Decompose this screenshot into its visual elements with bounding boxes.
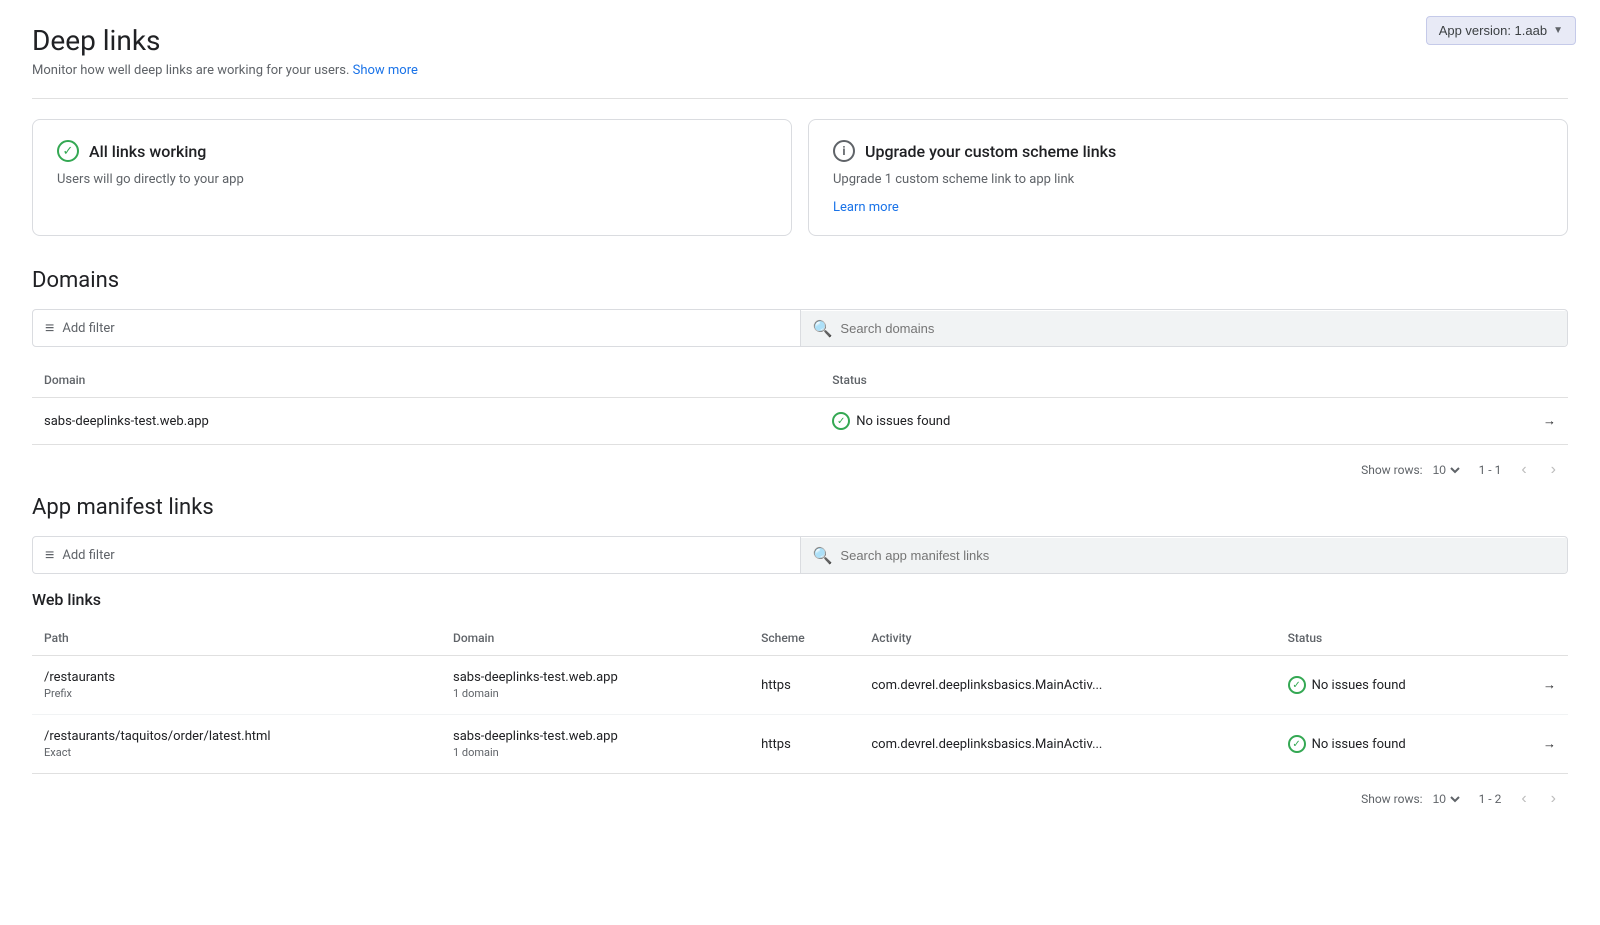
rows-per-page-select[interactable]: 10 25 50: [1429, 791, 1463, 807]
manifest-pagination: Show rows: 10 25 50 1 - 2 ‹ ›: [32, 773, 1568, 824]
status-text: No issues found: [856, 414, 950, 429]
next-page-button[interactable]: ›: [1547, 457, 1560, 483]
status-text: No issues found: [1312, 678, 1406, 693]
cards-row: ✓ All links working Users will go direct…: [32, 119, 1568, 236]
table-row: /restaurants/taquitos/order/latest.html …: [32, 715, 1568, 774]
header-divider: [32, 98, 1568, 99]
manifest-search-container: 🔍: [801, 538, 1568, 573]
version-label: App version: 1.aab: [1439, 23, 1547, 38]
col-domain: Domain: [441, 621, 749, 656]
row-arrow[interactable]: →: [1508, 656, 1568, 715]
page-title: Deep links: [32, 24, 1568, 57]
path-cell: /restaurants/taquitos/order/latest.html …: [32, 715, 441, 774]
page-range: 1 - 2: [1479, 792, 1502, 806]
status-cell: ✓ No issues found: [820, 398, 1413, 445]
check-icon: ✓: [57, 140, 79, 162]
subtitle: Monitor how well deep links are working …: [32, 63, 1568, 78]
rows-per-page-select[interactable]: 10 25 50: [1429, 462, 1463, 478]
manifest-filter-left[interactable]: ≡ Add filter: [33, 537, 801, 573]
domains-search-container: 🔍: [801, 311, 1568, 346]
card-description: Users will go directly to your app: [57, 172, 767, 187]
domain-cell: sabs-deeplinks-test.web.app 1 domain: [441, 715, 749, 774]
col-status: Status: [1276, 621, 1508, 656]
status-check-icon: ✓: [832, 412, 850, 430]
col-scheme: Scheme: [749, 621, 859, 656]
domain-cell: sabs-deeplinks-test.web.app 1 domain: [441, 656, 749, 715]
status-check-icon: ✓: [1288, 735, 1306, 753]
domains-table: Domain Status sabs-deeplinks-test.web.ap…: [32, 363, 1568, 444]
table-row: /restaurants Prefix sabs-deeplinks-test.…: [32, 656, 1568, 715]
status-check-icon: ✓: [1288, 676, 1306, 694]
card-header: ✓ All links working: [57, 140, 767, 162]
domains-search-input[interactable]: [840, 321, 1555, 336]
status-cell: ✓ No issues found: [1276, 715, 1508, 774]
status-text: No issues found: [1312, 737, 1406, 752]
col-path: Path: [32, 621, 441, 656]
web-links-table: Path Domain Scheme Activity Status /rest…: [32, 621, 1568, 773]
domains-title: Domains: [32, 268, 1568, 293]
domains-filter-placeholder: Add filter: [62, 321, 114, 336]
prev-page-button[interactable]: ‹: [1517, 457, 1530, 483]
activity-cell: com.devrel.deeplinksbasics.MainActiv...: [859, 715, 1275, 774]
path-cell: /restaurants Prefix: [32, 656, 441, 715]
col-domain: Domain: [32, 363, 820, 398]
domain-value: sabs-deeplinks-test.web.app: [32, 398, 820, 445]
domains-section: Domains ≡ Add filter 🔍 Domain Status sab…: [32, 268, 1568, 495]
manifest-search-input[interactable]: [840, 548, 1555, 563]
web-links-section: Web links Path Domain Scheme Activity St…: [32, 590, 1568, 824]
rows-per-page-control: Show rows: 10 25 50: [1361, 462, 1462, 478]
card-title: Upgrade your custom scheme links: [865, 142, 1116, 161]
web-links-title: Web links: [32, 590, 1568, 609]
page-range: 1 - 1: [1479, 463, 1502, 477]
scheme-cell: https: [749, 656, 859, 715]
row-arrow[interactable]: →: [1508, 715, 1568, 774]
activity-cell: com.devrel.deeplinksbasics.MainActiv...: [859, 656, 1275, 715]
learn-more-link[interactable]: Learn more: [833, 200, 899, 215]
upgrade-links-card: i Upgrade your custom scheme links Upgra…: [808, 119, 1568, 236]
show-rows-label: Show rows:: [1361, 463, 1422, 477]
rows-per-page-control: Show rows: 10 25 50: [1361, 791, 1462, 807]
row-arrow[interactable]: →: [1414, 398, 1568, 445]
status-cell: ✓ No issues found: [1276, 656, 1508, 715]
app-manifest-section: App manifest links ≡ Add filter 🔍 Web li…: [32, 495, 1568, 824]
col-action: [1508, 621, 1568, 656]
domains-pagination: Show rows: 10 25 50 1 - 1 ‹ ›: [32, 444, 1568, 495]
domains-filter-left[interactable]: ≡ Add filter: [33, 310, 801, 346]
app-manifest-title: App manifest links: [32, 495, 1568, 520]
scheme-cell: https: [749, 715, 859, 774]
info-icon: i: [833, 140, 855, 162]
filter-icon: ≡: [45, 318, 54, 338]
col-activity: Activity: [859, 621, 1275, 656]
prev-page-button[interactable]: ‹: [1517, 786, 1530, 812]
all-links-card: ✓ All links working Users will go direct…: [32, 119, 792, 236]
next-page-button[interactable]: ›: [1547, 786, 1560, 812]
card-header: i Upgrade your custom scheme links: [833, 140, 1543, 162]
chevron-down-icon: ▼: [1553, 25, 1563, 36]
manifest-filter-placeholder: Add filter: [62, 548, 114, 563]
search-icon: 🔍: [813, 319, 833, 338]
card-description: Upgrade 1 custom scheme link to app link: [833, 172, 1543, 187]
card-title: All links working: [89, 142, 206, 161]
version-button[interactable]: App version: 1.aab ▼: [1426, 16, 1576, 45]
col-status: Status: [820, 363, 1413, 398]
filter-icon: ≡: [45, 545, 54, 565]
manifest-filter-bar: ≡ Add filter 🔍: [32, 536, 1568, 574]
col-action: [1414, 363, 1568, 398]
show-rows-label: Show rows:: [1361, 792, 1422, 806]
search-icon: 🔍: [813, 546, 833, 565]
domains-filter-bar: ≡ Add filter 🔍: [32, 309, 1568, 347]
table-row: sabs-deeplinks-test.web.app ✓ No issues …: [32, 398, 1568, 445]
show-more-link[interactable]: Show more: [353, 63, 418, 78]
